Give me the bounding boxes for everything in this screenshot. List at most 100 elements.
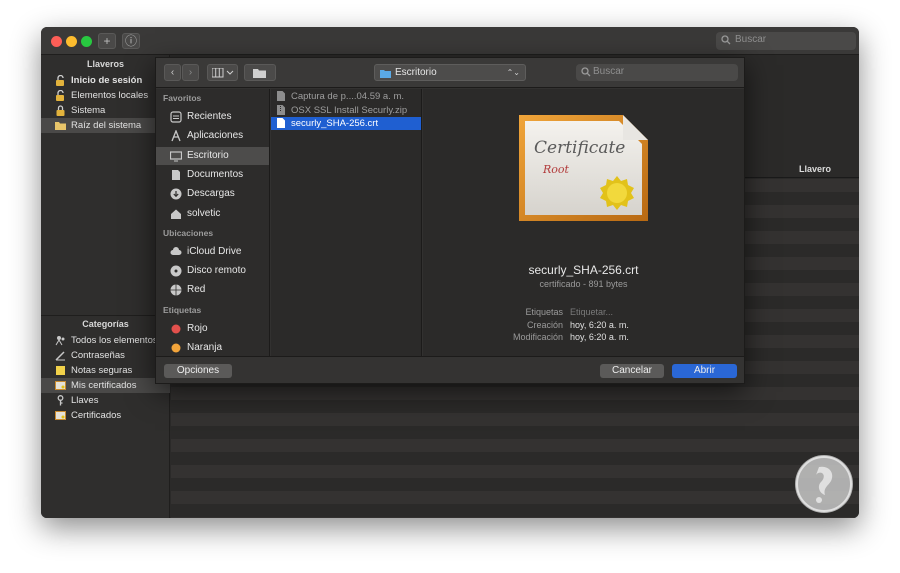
certificate-preview-icon: Certificate Root [519,115,648,221]
tag-item-label: Rojo [187,322,208,334]
meta-key: Etiquetas [525,307,563,317]
tag-dot-icon [170,323,182,335]
meta-key: Modificación [512,332,563,342]
open-file-dialog: ‹ › Escritorio ⌃⌄ Buscar Favoritos Recien… [155,57,745,384]
add-item-button[interactable]: + [98,33,116,49]
lock-open-icon [55,74,66,86]
sidebar-item-inicio-de-sesión[interactable]: Inicio de sesión [41,73,170,88]
folder-icon [55,120,66,131]
location-label: Escritorio [395,67,437,78]
close-window-button[interactable] [51,36,62,47]
location-item-2[interactable]: Red [156,281,269,299]
location-item-label: Red [187,284,206,296]
favorite-item-label: Escritorio [187,149,229,161]
category-item-label: Todos los elementos [71,335,158,346]
location-item-label: Disco remoto [187,265,246,277]
table-row[interactable] [171,465,859,478]
tags-input[interactable]: Etiquetar... [570,307,613,317]
category-item-4[interactable]: Llaves [41,393,170,408]
options-button[interactable]: Opciones [164,364,232,378]
favorite-item-2[interactable]: Escritorio [156,146,269,165]
forward-button[interactable]: › [182,64,199,81]
meta-value: hoy, 6:20 a. m. [570,332,629,342]
dialog-search-input[interactable]: Buscar [576,64,738,81]
dialog-footer: Opciones Cancelar Abrir [156,356,744,383]
meta-value: hoy, 6:20 a. m. [570,319,629,330]
sidebar-item-label: Elementos locales [71,90,149,101]
category-item-0[interactable]: Todos los elementos [41,333,170,348]
favorites-header: Favoritos [163,93,202,103]
document-icon [170,169,182,181]
file-row[interactable]: OSX SSL Install Securly.zip [271,104,421,117]
minimize-window-button[interactable] [66,36,77,47]
home-icon [170,208,182,220]
favorite-item-label: Aplicaciones [187,130,244,142]
location-item-1[interactable]: Disco remoto [156,262,269,280]
view-mode-button[interactable] [207,64,238,81]
info-button[interactable]: ⓘ [122,33,140,49]
new-folder-button[interactable] [244,64,276,81]
favorite-item-label: solvetic [187,207,221,219]
location-item-0[interactable]: iCloud Drive [156,243,269,261]
sidebar-item-sistema[interactable]: Sistema [41,103,170,118]
locations-header: Ubicaciones [163,227,214,238]
file-row[interactable]: securly_SHA-256.crt [271,117,421,130]
favorite-item-label: Recientes [187,111,232,122]
category-item-3[interactable]: Mis certificados [41,378,170,393]
back-button[interactable]: ‹ [164,64,181,81]
favorite-item-label: Documentos [187,168,244,180]
cert-sub-text: Root [542,163,570,176]
location-select[interactable]: Escritorio ⌃⌄ [374,64,526,81]
favorite-item-5[interactable]: solvetic [156,205,269,223]
keychain-sidebar: Llaveros Inicio de sesión Elementos local… [41,55,170,518]
favorite-item-1[interactable]: Aplicaciones [156,127,269,145]
sidebar-item-label: Raíz del sistema [71,120,142,131]
sidebar-item-raíz-del-sistema[interactable]: Raíz del sistema [41,118,170,133]
category-item-label: Mis certificados [71,380,137,391]
sidebar-item-elementos-locales[interactable]: Elementos locales [41,88,170,103]
search-input[interactable]: Buscar [716,32,856,50]
desktop-icon [169,150,183,162]
tag-item-label: Naranja [187,342,223,353]
cancel-button[interactable]: Cancelar [600,364,664,378]
favorite-item-4[interactable]: Descargas [156,185,269,203]
category-item-1[interactable]: Contraseñas [41,348,170,363]
search-icon [581,67,591,77]
category-item-label: Contraseñas [71,350,125,361]
table-row[interactable] [171,517,859,518]
key-icon [55,395,66,406]
sidebar-item-label: Inicio de sesión [71,75,143,86]
globe-icon [170,284,182,296]
zip-file-icon [277,104,285,115]
table-row[interactable] [171,387,859,400]
tag-item-0[interactable]: Rojo [156,320,269,338]
note-icon [55,365,66,376]
cloud-icon [170,246,182,258]
certificate-icon [55,410,66,421]
table-row[interactable] [171,413,859,426]
file-name: Captura de p....04.59 a. m. [291,91,405,102]
file-name: OSX SSL Install Securly.zip [291,104,408,116]
favorite-item-3[interactable]: Documentos [156,166,269,184]
tag-item-1[interactable]: Naranja [156,339,269,356]
desktop-folder-icon [380,70,391,78]
category-item-label: Llaves [71,395,99,406]
chevron-updown-icon: ⌃⌄ [506,68,520,77]
dialog-sidebar: Favoritos Recientes Aplicaciones Escritorio… [156,89,270,356]
lock-icon [55,105,66,116]
preview-file-kind: certificado - 891 bytes [539,279,628,289]
file-preview: Certificate Root securly_SHA-256.crt cer… [423,89,744,356]
zoom-window-button[interactable] [81,36,92,47]
column-keychain-label[interactable]: Llavero [799,164,831,174]
open-button[interactable]: Abrir [672,364,737,378]
image-file-icon [277,91,285,101]
table-row[interactable] [171,491,859,504]
tags-header: Etiquetas [163,304,202,315]
favorite-item-0[interactable]: Recientes [156,108,269,126]
certificate-icon [55,380,66,391]
category-item-2[interactable]: Notas seguras [41,363,170,378]
file-row[interactable]: Captura de p....04.59 a. m. [271,90,421,103]
category-item-5[interactable]: Certificados [41,408,170,423]
table-row[interactable] [171,439,859,452]
file-column: Captura de p....04.59 a. m. OSX SSL Insta… [271,89,422,356]
